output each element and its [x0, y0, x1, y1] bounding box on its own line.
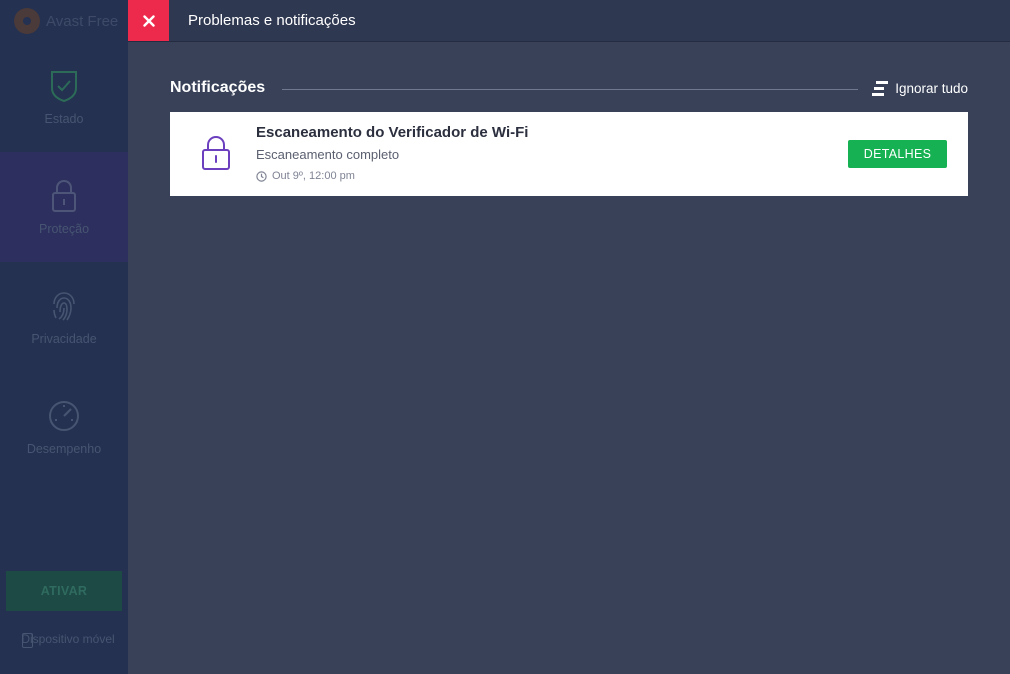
- ignore-all-label: Ignorar tudo: [895, 81, 968, 96]
- mobile-label: Dispositivo móvel: [21, 632, 115, 646]
- notification-subtitle: Escaneamento completo: [256, 147, 400, 162]
- sidebar: Avast Free Estado Proteção Privacidade D…: [0, 0, 128, 674]
- clock-icon: [256, 170, 267, 182]
- details-button[interactable]: DETALHES: [848, 140, 947, 168]
- section-header: Notificações Ignorar tudo: [170, 78, 968, 100]
- brand-name: Avast Free: [46, 12, 119, 30]
- notification-card: Escaneamento do Verificador de Wi-Fi Esc…: [170, 112, 968, 196]
- section-title: Notificações: [170, 79, 266, 96]
- fingerprint-icon: [53, 292, 75, 321]
- lock-icon: [202, 135, 230, 170]
- sidebar-item-label: Desempenho: [26, 442, 102, 456]
- notification-time-label: Out 9º, 12:00 pm: [272, 170, 355, 182]
- sidebar-item-label: Proteção: [38, 222, 90, 236]
- panel-header: Problemas e notificações: [128, 0, 1010, 42]
- dismiss-all-icon: [872, 81, 889, 96]
- sidebar-item-mobile[interactable]: Dispositivo móvel: [18, 632, 118, 648]
- sidebar-item-label: Privacidade: [31, 332, 97, 346]
- notifications-panel: Problemas e notificações Notificações Ig…: [128, 0, 1010, 674]
- notification-time: Out 9º, 12:00 pm: [256, 170, 355, 182]
- shield-check-icon: [51, 71, 77, 103]
- sidebar-item-desempenho[interactable]: Desempenho: [0, 372, 128, 482]
- notification-title: Escaneamento do Verificador de Wi-Fi: [256, 124, 529, 141]
- phone-icon: [22, 633, 33, 648]
- lock-icon: [52, 179, 76, 212]
- activate-button[interactable]: ATIVAR: [6, 571, 122, 611]
- sidebar-item-protecao[interactable]: Proteção: [0, 152, 128, 262]
- gauge-icon: [49, 401, 79, 431]
- sidebar-item-privacidade[interactable]: Privacidade: [0, 262, 128, 372]
- brand: Avast Free: [14, 8, 118, 34]
- notification-lock-icon-wrap: [200, 135, 232, 176]
- avast-logo-icon: [14, 8, 40, 34]
- panel-title: Problemas e notificações: [188, 12, 356, 29]
- close-button[interactable]: [128, 0, 169, 41]
- ignore-all-button[interactable]: Ignorar tudo: [871, 80, 968, 97]
- close-icon: [142, 14, 155, 27]
- sidebar-item-estado[interactable]: Estado: [0, 42, 128, 152]
- section-divider: [282, 89, 858, 90]
- sidebar-item-label: Estado: [44, 112, 84, 126]
